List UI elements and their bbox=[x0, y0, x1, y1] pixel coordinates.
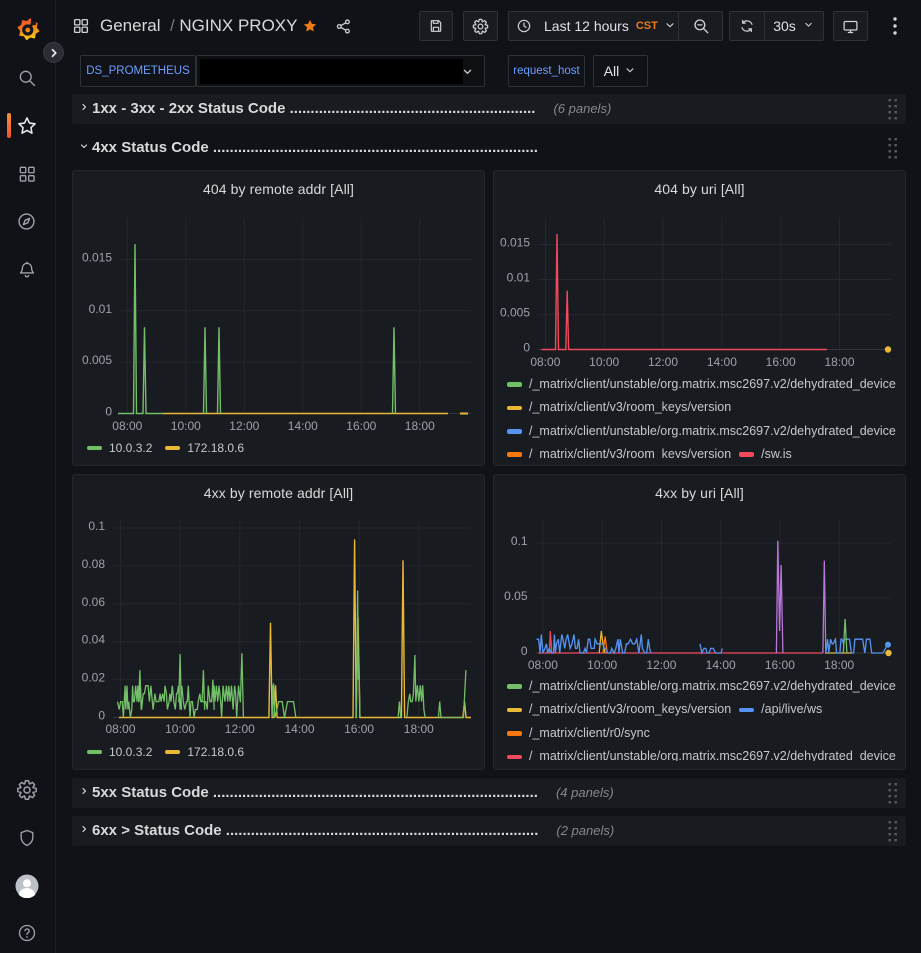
svg-text:10:00: 10:00 bbox=[587, 658, 617, 672]
svg-text:0.06: 0.06 bbox=[82, 595, 106, 609]
svg-text:0.08: 0.08 bbox=[82, 557, 106, 571]
svg-text:0.1: 0.1 bbox=[88, 519, 105, 533]
svg-text:10:00: 10:00 bbox=[165, 722, 195, 736]
svg-text:10:00: 10:00 bbox=[171, 419, 201, 433]
svg-text:12:00: 12:00 bbox=[646, 658, 676, 672]
svg-text:14:00: 14:00 bbox=[707, 355, 737, 369]
svg-text:18:00: 18:00 bbox=[404, 722, 434, 736]
svg-text:18:00: 18:00 bbox=[824, 355, 854, 369]
svg-text:18:00: 18:00 bbox=[405, 419, 435, 433]
svg-text:0.1: 0.1 bbox=[511, 534, 528, 548]
svg-text:16:00: 16:00 bbox=[346, 419, 376, 433]
svg-text:0.01: 0.01 bbox=[89, 302, 113, 316]
svg-text:08:00: 08:00 bbox=[112, 419, 142, 433]
svg-text:14:00: 14:00 bbox=[284, 722, 314, 736]
svg-text:0.01: 0.01 bbox=[507, 271, 531, 285]
svg-text:0.015: 0.015 bbox=[82, 251, 112, 265]
svg-text:0: 0 bbox=[98, 709, 105, 723]
svg-text:0: 0 bbox=[105, 405, 112, 419]
svg-text:10:00: 10:00 bbox=[589, 355, 619, 369]
svg-text:12:00: 12:00 bbox=[225, 722, 255, 736]
svg-text:18:00: 18:00 bbox=[824, 658, 854, 672]
svg-text:14:00: 14:00 bbox=[288, 419, 318, 433]
svg-text:0: 0 bbox=[523, 341, 530, 355]
svg-text:08:00: 08:00 bbox=[105, 722, 135, 736]
svg-text:12:00: 12:00 bbox=[229, 419, 259, 433]
svg-text:08:00: 08:00 bbox=[528, 658, 558, 672]
svg-text:08:00: 08:00 bbox=[530, 355, 560, 369]
svg-text:12:00: 12:00 bbox=[648, 355, 678, 369]
svg-text:0.04: 0.04 bbox=[82, 633, 106, 647]
svg-text:16:00: 16:00 bbox=[344, 722, 374, 736]
svg-text:0.005: 0.005 bbox=[500, 306, 530, 320]
svg-text:0.015: 0.015 bbox=[500, 236, 530, 250]
svg-text:0.005: 0.005 bbox=[82, 353, 112, 367]
svg-text:16:00: 16:00 bbox=[766, 355, 796, 369]
svg-text:16:00: 16:00 bbox=[765, 658, 795, 672]
svg-text:0.05: 0.05 bbox=[504, 589, 528, 603]
svg-text:14:00: 14:00 bbox=[706, 658, 736, 672]
svg-text:0.02: 0.02 bbox=[82, 671, 106, 685]
svg-text:0: 0 bbox=[521, 644, 528, 658]
